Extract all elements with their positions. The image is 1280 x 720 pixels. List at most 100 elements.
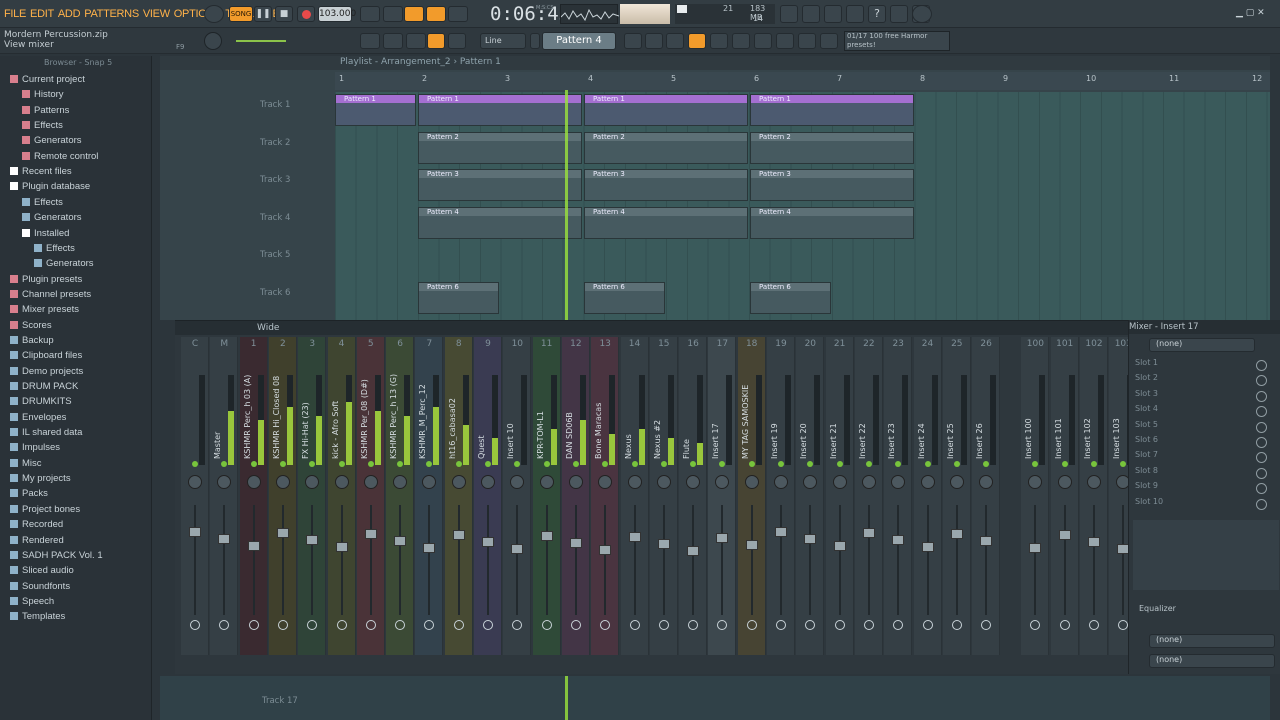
pattern-clip[interactable]: Pattern 2 [584, 131, 748, 164]
stop-button[interactable]: ■ [275, 6, 293, 22]
mixer-strip[interactable]: M Master [210, 337, 239, 655]
save-icon[interactable] [890, 5, 908, 23]
browser-item[interactable]: DRUMKITS [10, 396, 72, 411]
volume-fader[interactable] [340, 505, 343, 615]
fader-cap[interactable] [511, 544, 524, 554]
pattern-clip[interactable]: Pattern 6 [750, 281, 831, 314]
audio-output-select[interactable]: (none) [1149, 634, 1275, 648]
fader-cap[interactable] [218, 534, 231, 544]
send-icon[interactable] [512, 620, 523, 630]
fader-cap[interactable] [335, 542, 348, 552]
slot-mix-knob[interactable] [1256, 360, 1267, 371]
volume-fader[interactable] [897, 505, 900, 615]
mute-led[interactable] [836, 461, 843, 467]
mute-led[interactable] [514, 461, 521, 467]
volume-fader[interactable] [457, 505, 460, 615]
countdown-icon[interactable] [404, 6, 424, 22]
browser-item[interactable]: Soundfonts [10, 581, 70, 596]
browser-item[interactable]: Scores [10, 320, 52, 335]
mixer-strip[interactable]: 9 Quest [474, 337, 502, 655]
slot-mix-knob[interactable] [1256, 406, 1267, 418]
volume-fader[interactable] [194, 505, 196, 615]
volume-fader[interactable] [487, 505, 489, 615]
tempo-display[interactable]: 103.000 [318, 6, 356, 22]
send-icon[interactable] [453, 620, 464, 630]
mute-led[interactable] [367, 461, 374, 467]
mute-led[interactable] [1091, 461, 1097, 467]
browser-item[interactable]: Backup [10, 335, 54, 350]
channel-rack-icon[interactable] [666, 33, 684, 49]
fader-cap[interactable] [775, 527, 787, 537]
wait-input-icon[interactable] [383, 6, 403, 22]
mixer-strip[interactable]: 16 Flute [679, 337, 708, 655]
mute-led[interactable] [924, 461, 931, 467]
audio-output-select-2[interactable]: (none) [1149, 654, 1275, 668]
browser-item[interactable]: Effects [22, 197, 63, 212]
fader-cap[interactable] [804, 534, 817, 544]
mute-led[interactable] [807, 461, 814, 467]
mixer-strip[interactable]: 24 Insert 24 [913, 337, 942, 655]
pan-knob[interactable] [598, 475, 613, 489]
fader-cap[interactable] [247, 541, 260, 551]
pan-knob[interactable] [363, 475, 378, 489]
pan-knob[interactable] [422, 475, 437, 489]
browser-icon[interactable] [776, 33, 794, 49]
slot-mix-knob[interactable] [1256, 421, 1267, 433]
magnet-icon[interactable] [427, 33, 445, 49]
browser-item[interactable]: Speech [10, 596, 54, 611]
pan-knob[interactable] [510, 475, 525, 489]
browser-item[interactable]: Generators [22, 212, 82, 227]
send-icon[interactable] [981, 620, 992, 630]
pan-knob[interactable] [949, 475, 964, 489]
fader-cap[interactable] [950, 529, 963, 539]
volume-fader[interactable] [369, 505, 372, 615]
pan-knob[interactable] [188, 475, 202, 489]
volume-fader[interactable] [1063, 505, 1066, 615]
mixer-strip[interactable]: 11 KPR-TOM-L1 [532, 337, 561, 655]
browser-item[interactable]: Plugin database [10, 181, 90, 196]
mute-led[interactable] [455, 461, 462, 467]
pan-knob[interactable] [451, 475, 466, 489]
undo-icon[interactable] [780, 5, 798, 23]
pattern-clip[interactable]: Pattern 4 [418, 206, 582, 239]
send-icon[interactable] [805, 620, 816, 630]
volume-fader[interactable] [692, 505, 695, 615]
pattern-clip[interactable]: Pattern 1 [335, 94, 416, 126]
mixer-strip[interactable]: 102 Insert 102 [1080, 337, 1108, 655]
mute-led[interactable] [426, 461, 433, 467]
mixer-strip[interactable]: 12 DAN SD06B [561, 337, 590, 655]
browser-item[interactable]: Installed [22, 228, 69, 243]
effect-slot[interactable]: Slot 2 [1135, 373, 1275, 388]
fader-cap[interactable] [423, 543, 436, 553]
mute-led[interactable] [719, 461, 726, 467]
volume-fader[interactable] [662, 505, 665, 615]
pattern-clip[interactable]: Pattern 4 [750, 206, 914, 239]
record-button[interactable] [297, 6, 315, 22]
metronome-icon[interactable] [360, 6, 380, 22]
pan-knob[interactable] [832, 475, 847, 489]
browser-item[interactable]: Packs [10, 488, 48, 503]
send-icon[interactable] [570, 620, 581, 630]
send-icon[interactable] [1059, 620, 1070, 630]
fader-cap[interactable] [1029, 543, 1042, 553]
volume-fader[interactable] [955, 505, 958, 615]
send-icon[interactable] [336, 620, 347, 630]
pan-knob[interactable] [275, 475, 290, 489]
browser-item[interactable]: Clipboard files [10, 350, 82, 365]
slot-mix-knob[interactable] [1256, 483, 1267, 495]
pan-knob[interactable] [539, 475, 554, 489]
pattern-clip[interactable]: Pattern 3 [750, 169, 914, 201]
slot-mix-knob[interactable] [1256, 375, 1267, 387]
mixer-strip[interactable]: 5 KSHMR Per_08 (D#) [356, 337, 385, 655]
mixer-strip[interactable]: 25 Insert 25 [942, 337, 971, 655]
mute-led[interactable] [778, 461, 784, 467]
send-icon[interactable] [541, 620, 552, 630]
cut-icon[interactable] [802, 5, 820, 23]
send-icon[interactable] [365, 620, 376, 630]
pan-knob[interactable] [481, 475, 495, 489]
pattern-clip[interactable]: Pattern 4 [584, 206, 748, 239]
microphone-icon[interactable] [824, 5, 842, 23]
mixer-strip[interactable]: 23 Insert 23 [884, 337, 913, 655]
pattern-clip[interactable]: Pattern 6 [584, 281, 665, 314]
volume-fader[interactable] [926, 505, 929, 615]
